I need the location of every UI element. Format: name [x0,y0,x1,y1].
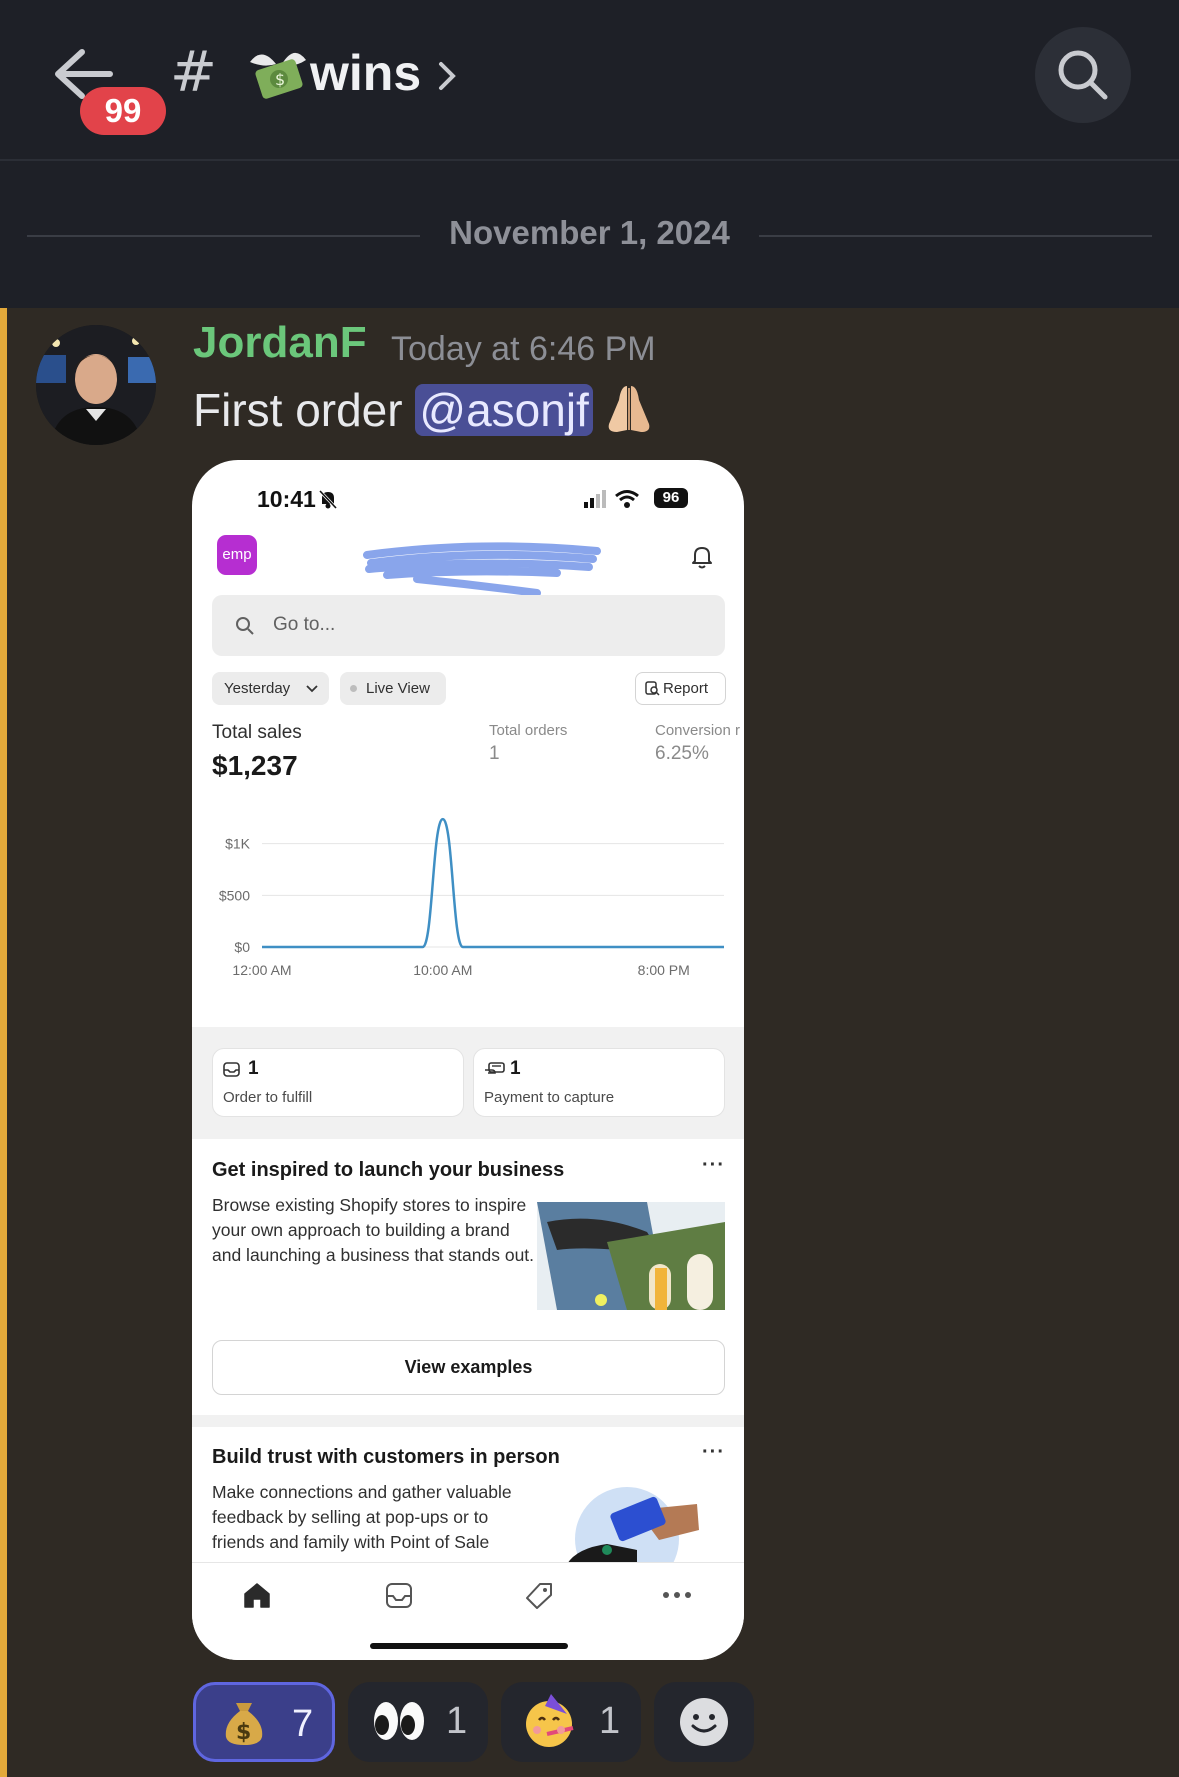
inspire-more-icon[interactable]: ··· [702,1154,725,1177]
x-tick-label: 8:00 PM [638,962,690,978]
message-text: First order [193,384,403,436]
chevron-down-icon [306,685,318,693]
channel-name[interactable]: wins [310,44,421,102]
y-tick-label: $1K [225,836,251,852]
live-dot-icon [350,685,357,692]
stores-collage-image [537,1202,725,1310]
date-divider-line [759,235,1152,237]
x-tick-label: 12:00 AM [232,962,291,978]
payment-to-capture-card[interactable]: 1 Payment to capture [473,1048,725,1117]
date-divider: November 1, 2024 [449,214,730,251]
money-bag-icon: $ [225,1703,263,1745]
search-input[interactable]: Go to... [212,595,725,656]
avatar[interactable] [36,325,156,445]
report-button[interactable]: Report [635,672,726,705]
search-icon [1058,50,1108,100]
card-value: 1 [248,1058,259,1079]
total-orders-label: Total orders [489,722,568,739]
reaction-count: 1 [599,1700,621,1742]
highlight-accent-bar [0,308,7,1777]
card-value: 1 [510,1058,521,1079]
date-divider-line [27,235,420,237]
message-author[interactable]: JordanF [193,318,367,368]
sales-series-line [262,817,724,949]
y-tick-label: $500 [219,887,250,903]
battery-indicator: 96 [654,488,688,508]
unread-badge: 99 [80,87,166,135]
total-sales-label: Total sales [212,722,302,743]
date-filter-label: Yesterday [224,680,291,697]
reaction-count: 7 [292,1703,314,1745]
sales-line-chart: $1K $500 $0 12:00 AM 10:00 AM 8:00 PM [219,817,724,978]
reaction-partying-face[interactable]: 1 [501,1682,641,1762]
total-orders-value: 1 [489,743,500,764]
reaction-eyes[interactable]: 1 [348,1682,488,1762]
message-timestamp: Today at 6:46 PM [391,330,656,368]
home-icon[interactable] [242,1581,272,1609]
pos-card-image [567,1487,699,1564]
search-placeholder: Go to... [273,614,336,635]
orders-icon[interactable] [385,1582,413,1609]
bell-muted-icon [318,489,338,510]
money-with-wings-icon: $ [246,42,310,104]
user-mention[interactable]: @asonjf [415,384,593,436]
conversion-value: 6.25% [655,743,709,764]
add-reaction-button[interactable] [654,1682,754,1762]
x-tick-label: 10:00 AM [413,962,472,978]
y-tick-label: $0 [234,939,250,955]
cash-icon [485,1062,505,1074]
section-separator [192,1415,744,1427]
home-indicator [370,1643,568,1649]
eyes-icon [374,1702,424,1740]
reaction-count: 1 [446,1700,468,1742]
reaction-money-bag[interactable]: $ 7 [193,1682,335,1762]
more-icon[interactable] [662,1591,692,1599]
chevron-right-icon[interactable] [436,58,460,94]
inspire-body: Browse existing Shopify stores to inspir… [212,1195,535,1265]
card-label: Payment to capture [484,1089,615,1106]
live-view-label: Live View [366,680,430,697]
add-reaction-smiley-icon [680,1698,728,1746]
trust-body: Make connections and gather valuable fee… [212,1482,512,1552]
status-time: 10:41 [257,486,316,512]
bell-icon[interactable] [690,544,714,570]
search-icon [236,617,254,635]
redaction-scribble [363,542,601,595]
conversion-label: Conversion r [655,722,741,739]
message-content: First order @asonjf [193,382,659,437]
total-sales-value: $1,237 [212,750,298,781]
inbox-icon [223,1062,240,1077]
trust-title: Build trust with customers in person [212,1446,560,1468]
attached-screenshot[interactable]: 10:41 96 emp Go to... Yesterday Live Vie… [192,460,744,1660]
partying-face-icon [526,1694,574,1747]
inspire-title: Get inspired to launch your business [212,1159,565,1181]
live-view-button[interactable]: Live View [340,672,446,705]
report-label: Report [663,680,709,697]
channel-hash-icon: # [170,40,217,105]
report-icon [645,681,660,696]
svg-text:$: $ [275,70,285,89]
folded-hands-icon [599,382,659,436]
order-to-fulfill-card[interactable]: 1 Order to fulfill [212,1048,464,1117]
products-icon[interactable] [524,1582,554,1610]
date-filter-dropdown[interactable]: Yesterday [212,672,329,705]
svg-text:$: $ [236,1720,251,1745]
search-button[interactable] [1035,27,1131,123]
signal-wifi-icon [584,490,639,508]
card-label: Order to fulfill [223,1089,313,1106]
view-examples-button[interactable]: View examples [212,1340,725,1395]
trust-more-icon[interactable]: ··· [702,1441,725,1464]
store-logo[interactable]: emp [217,535,257,575]
